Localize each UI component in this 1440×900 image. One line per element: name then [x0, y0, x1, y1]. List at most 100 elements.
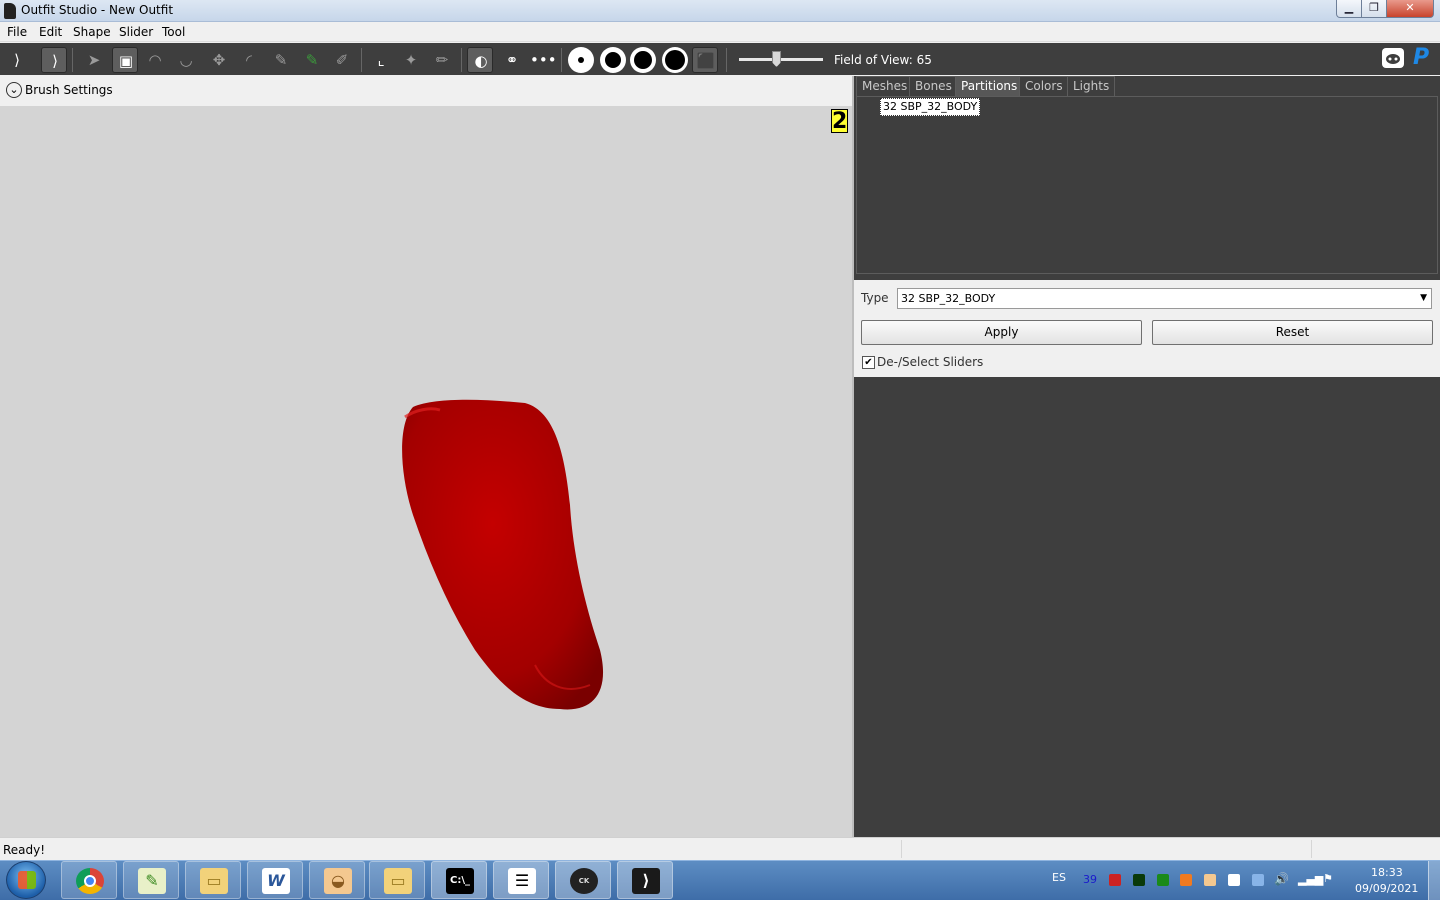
terminal-icon: C:\_ — [446, 868, 474, 894]
start-button[interactable] — [6, 861, 46, 899]
menu-shape[interactable]: Shape — [73, 25, 111, 39]
chevron-down-icon[interactable]: ⌄ — [6, 82, 22, 98]
apply-button[interactable]: Apply — [861, 320, 1142, 345]
notepad-plus-icon: ✎ — [138, 868, 166, 894]
minimize-button[interactable]: ▁ — [1336, 0, 1362, 18]
fov-slider-track[interactable] — [739, 58, 823, 61]
menu-edit[interactable]: Edit — [39, 25, 62, 39]
folder-icon: ▭ — [200, 868, 228, 894]
inflate-brush-icon[interactable]: ◠ — [142, 47, 168, 73]
type-label: Type — [861, 291, 889, 305]
clock-time[interactable]: 18:33 — [1371, 866, 1403, 879]
document-icon: ☰ — [508, 868, 536, 894]
select-tool-icon[interactable]: ➤ — [81, 47, 107, 73]
clock-date[interactable]: 09/09/2021 — [1355, 882, 1418, 895]
taskbar-terminal[interactable]: C:\_ — [431, 861, 487, 899]
paypal-icon[interactable]: P — [1413, 46, 1435, 70]
wireframe-icon[interactable] — [568, 47, 594, 73]
outfit-icon[interactable]: ⟩ — [41, 47, 67, 73]
mask-visible-icon[interactable] — [662, 47, 688, 73]
weight-brush-icon[interactable]: ✎ — [268, 47, 294, 73]
move-brush-icon[interactable]: ✥ — [206, 47, 232, 73]
deselect-sliders-label[interactable]: De-/Select Sliders — [877, 355, 983, 369]
list-item[interactable]: 32 SBP_32_BODY — [880, 98, 981, 116]
taskbar-chrome[interactable] — [61, 861, 117, 899]
outfit-studio-icon: ⟩ — [632, 868, 660, 894]
tray-battery-icon[interactable] — [1133, 874, 1145, 886]
pivot-icon[interactable]: ✦ — [398, 47, 424, 73]
creation-kit-icon: CK — [570, 868, 598, 894]
close-button[interactable]: ✕ — [1386, 0, 1434, 18]
language-indicator[interactable]: ES — [1052, 871, 1066, 884]
reference-icon[interactable]: ⟩ — [4, 47, 30, 73]
action-center-icon[interactable]: ⚑ — [1323, 872, 1333, 885]
tray-app-icon[interactable] — [1109, 874, 1121, 886]
status-bar — [0, 837, 1440, 860]
tray-monitor-icon[interactable] — [1157, 874, 1169, 886]
tab-colors[interactable]: Colors — [1019, 76, 1069, 96]
windows-icon — [18, 871, 36, 889]
fov-label: Field of View: 65 — [834, 53, 932, 67]
discord-icon[interactable] — [1382, 48, 1404, 68]
smooth-brush-icon[interactable]: ◜ — [236, 47, 262, 73]
type-select[interactable]: 32 SBP_32_BODY ▼ — [897, 288, 1432, 309]
color-brush-icon[interactable]: ✎ — [299, 47, 325, 73]
menu-file[interactable]: File — [7, 25, 27, 39]
taskbar-folder-1[interactable]: ▭ — [185, 861, 241, 899]
symmetry-badge: 2 — [831, 109, 848, 134]
lower-pane — [854, 377, 1440, 837]
alpha-brush-icon[interactable]: ✐ — [329, 47, 355, 73]
maximize-button[interactable]: ❐ — [1361, 0, 1387, 18]
taskbar-word[interactable]: W — [247, 861, 303, 899]
tab-partitions[interactable]: Partitions — [955, 76, 1024, 96]
chevron-down-icon: ▼ — [1420, 293, 1427, 303]
transform-icon[interactable]: ⌞ — [368, 47, 394, 73]
menu-slider[interactable]: Slider — [119, 25, 153, 39]
deflate-brush-icon[interactable]: ◡ — [173, 47, 199, 73]
tray-nifskope-icon[interactable] — [1204, 874, 1216, 886]
tab-lights[interactable]: Lights — [1067, 76, 1116, 96]
connected-only-icon[interactable]: ⚭ — [499, 47, 525, 73]
brush-settings-label[interactable]: Brush Settings — [25, 83, 113, 97]
mesh-shape[interactable] — [395, 395, 610, 715]
app-icon — [4, 3, 16, 19]
menu-tool[interactable]: Tool — [162, 25, 185, 39]
taskbar-notepad[interactable]: ✎ — [123, 861, 179, 899]
texture-icon[interactable] — [630, 47, 656, 73]
mask-brush-icon[interactable]: ▣ — [112, 47, 138, 73]
status-text: Ready! — [3, 843, 46, 857]
tray-keyboard-icon[interactable] — [1228, 874, 1240, 886]
reset-button[interactable]: Reset — [1152, 320, 1433, 345]
show-desktop-button[interactable] — [1428, 861, 1440, 900]
signal-icon[interactable]: ▂▄▆ — [1298, 873, 1323, 886]
word-icon: W — [262, 868, 290, 894]
taskbar-nifskope[interactable]: ◒ — [309, 861, 365, 899]
window-title: Outfit Studio - New Outfit — [21, 3, 174, 17]
title-bar: Outfit Studio - New Outfit — [0, 0, 1440, 22]
vertex-edit-icon[interactable]: ✏ — [429, 47, 455, 73]
tray-update-icon[interactable] — [1180, 874, 1192, 886]
tray-counter[interactable]: 39 — [1083, 873, 1097, 886]
chrome-icon — [76, 868, 104, 894]
taskbar-outfit-studio[interactable]: ⟩ — [617, 861, 673, 899]
menu-bar: File Edit Shape Slider Tool — [0, 22, 1440, 42]
folder-icon: ▭ — [384, 868, 412, 894]
brush-settings-bar — [0, 76, 852, 106]
tray-network-icon[interactable] — [1252, 874, 1264, 886]
tab-bones[interactable]: Bones — [909, 76, 958, 96]
taskbar-document[interactable]: ☰ — [493, 861, 549, 899]
x-mirror-icon[interactable]: ◐ — [467, 47, 493, 73]
deselect-sliders-checkbox[interactable]: ✔ — [862, 356, 875, 369]
tab-meshes[interactable]: Meshes — [856, 76, 914, 96]
global-brush-icon[interactable]: ••• — [530, 47, 557, 73]
taskbar-folder-2[interactable]: ▭ — [369, 861, 425, 899]
taskbar-creation-kit[interactable]: CK — [555, 861, 611, 899]
lighting-icon[interactable] — [600, 47, 626, 73]
partition-list[interactable] — [856, 96, 1438, 274]
volume-icon[interactable]: 🔊 — [1274, 872, 1289, 886]
type-select-value: 32 SBP_32_BODY — [901, 292, 996, 305]
panel-tabs: Meshes Bones Partitions Colors Lights — [856, 76, 1440, 96]
nifskope-icon: ◒ — [324, 868, 352, 894]
toolbar: ⟩ ⟩ ➤ ▣ ◠ ◡ ✥ ◜ ✎ ✎ ✐ ⌞ ✦ ✏ ◐ ⚭ ••• ⬛ — [0, 43, 1440, 75]
vertex-colors-icon[interactable]: ⬛ — [692, 47, 718, 73]
